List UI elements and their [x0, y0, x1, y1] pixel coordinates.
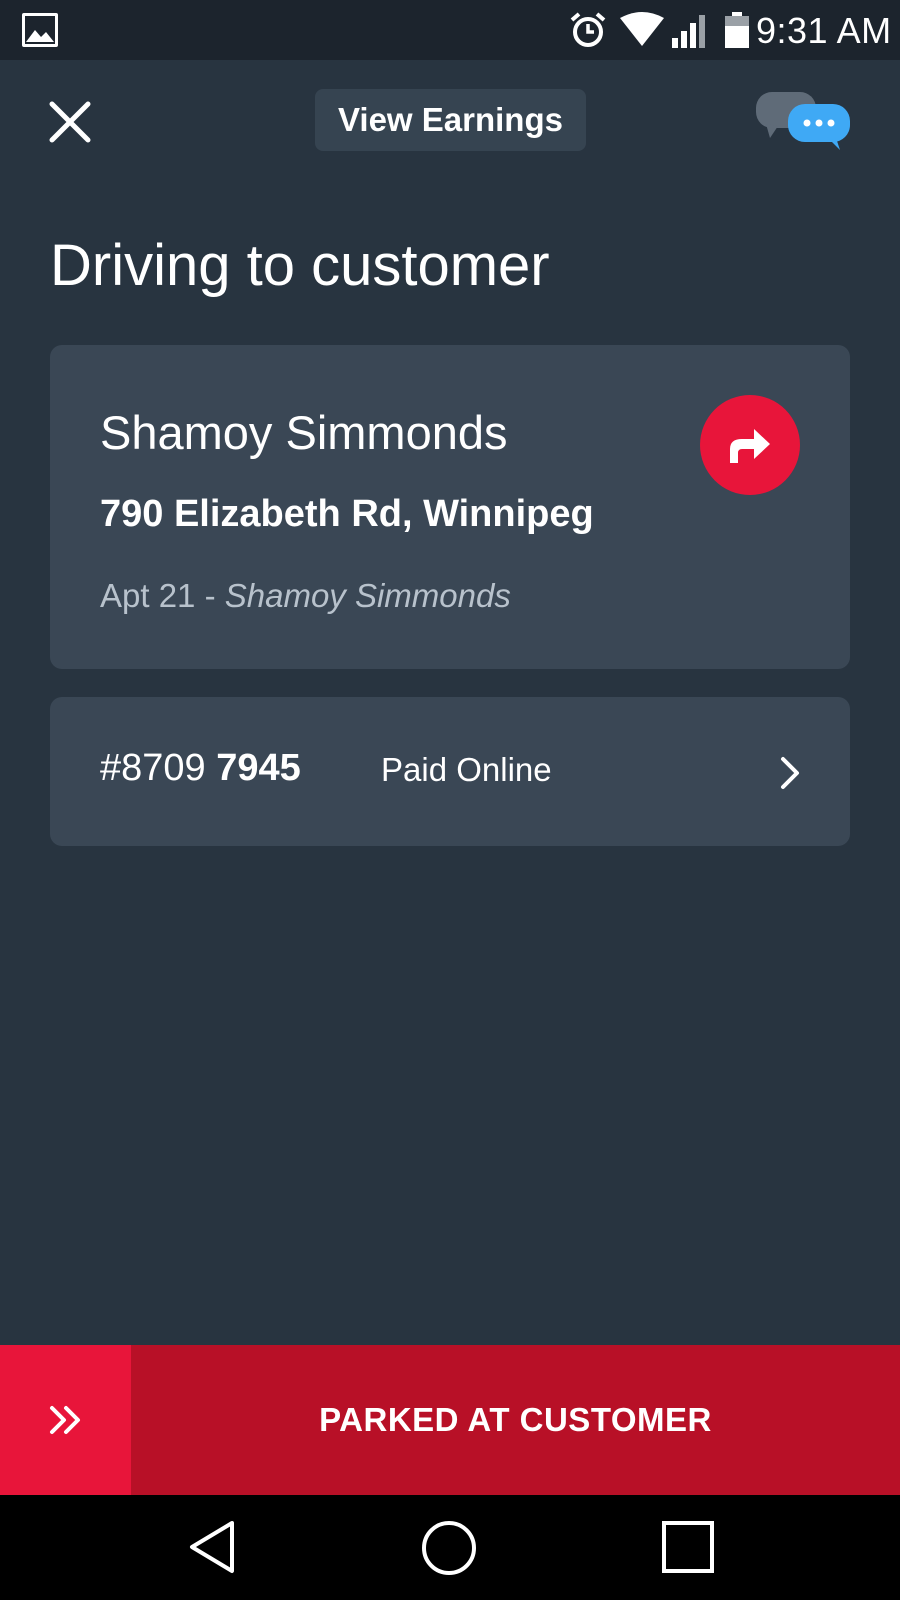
customer-card: Shamoy Simmonds 790 Elizabeth Rd, Winnip…	[50, 345, 850, 669]
apartment-number: Apt 21 -	[100, 577, 225, 614]
navigate-arrow-icon	[730, 429, 770, 463]
customer-apartment: Apt 21 - Shamoy Simmonds	[100, 577, 511, 615]
home-icon[interactable]	[420, 1519, 478, 1577]
customer-address: 790 Elizabeth Rd, Winnipeg	[100, 493, 594, 535]
chat-button[interactable]	[752, 88, 858, 154]
status-bar: 9:31 AM	[0, 0, 900, 60]
action-label: PARKED AT CUSTOMER	[319, 1401, 712, 1438]
navigate-button[interactable]	[700, 395, 800, 495]
chat-bubbles-icon	[756, 92, 850, 150]
view-earnings-button[interactable]: View Earnings	[315, 89, 586, 151]
apartment-recipient: Shamoy Simmonds	[224, 577, 511, 614]
back-icon[interactable]	[186, 1519, 242, 1575]
battery-icon	[725, 12, 749, 48]
order-row[interactable]: #8709 7945 Paid Online	[50, 697, 850, 846]
page-title: Driving to customer	[50, 233, 550, 298]
double-chevron-right-icon	[49, 1406, 80, 1434]
close-icon	[49, 101, 91, 143]
parked-at-customer-button[interactable]: PARKED AT CUSTOMER	[0, 1345, 900, 1495]
order-number-prefix: #8709	[100, 747, 217, 789]
system-nav-bar	[0, 1495, 900, 1600]
alarm-icon	[570, 12, 606, 47]
chevron-right-icon	[781, 757, 799, 789]
gallery-icon	[22, 13, 58, 47]
wifi-icon	[620, 12, 664, 46]
payment-status: Paid Online	[381, 751, 552, 788]
customer-name: Shamoy Simmonds	[100, 406, 508, 459]
signal-icon	[672, 15, 705, 48]
slide-handle[interactable]	[0, 1345, 131, 1495]
close-button[interactable]	[40, 92, 100, 152]
status-time: 9:31 AM	[756, 10, 892, 51]
recent-apps-icon[interactable]	[660, 1519, 716, 1575]
order-number-suffix: 7945	[216, 747, 301, 789]
order-number: #8709 7945	[100, 747, 301, 790]
